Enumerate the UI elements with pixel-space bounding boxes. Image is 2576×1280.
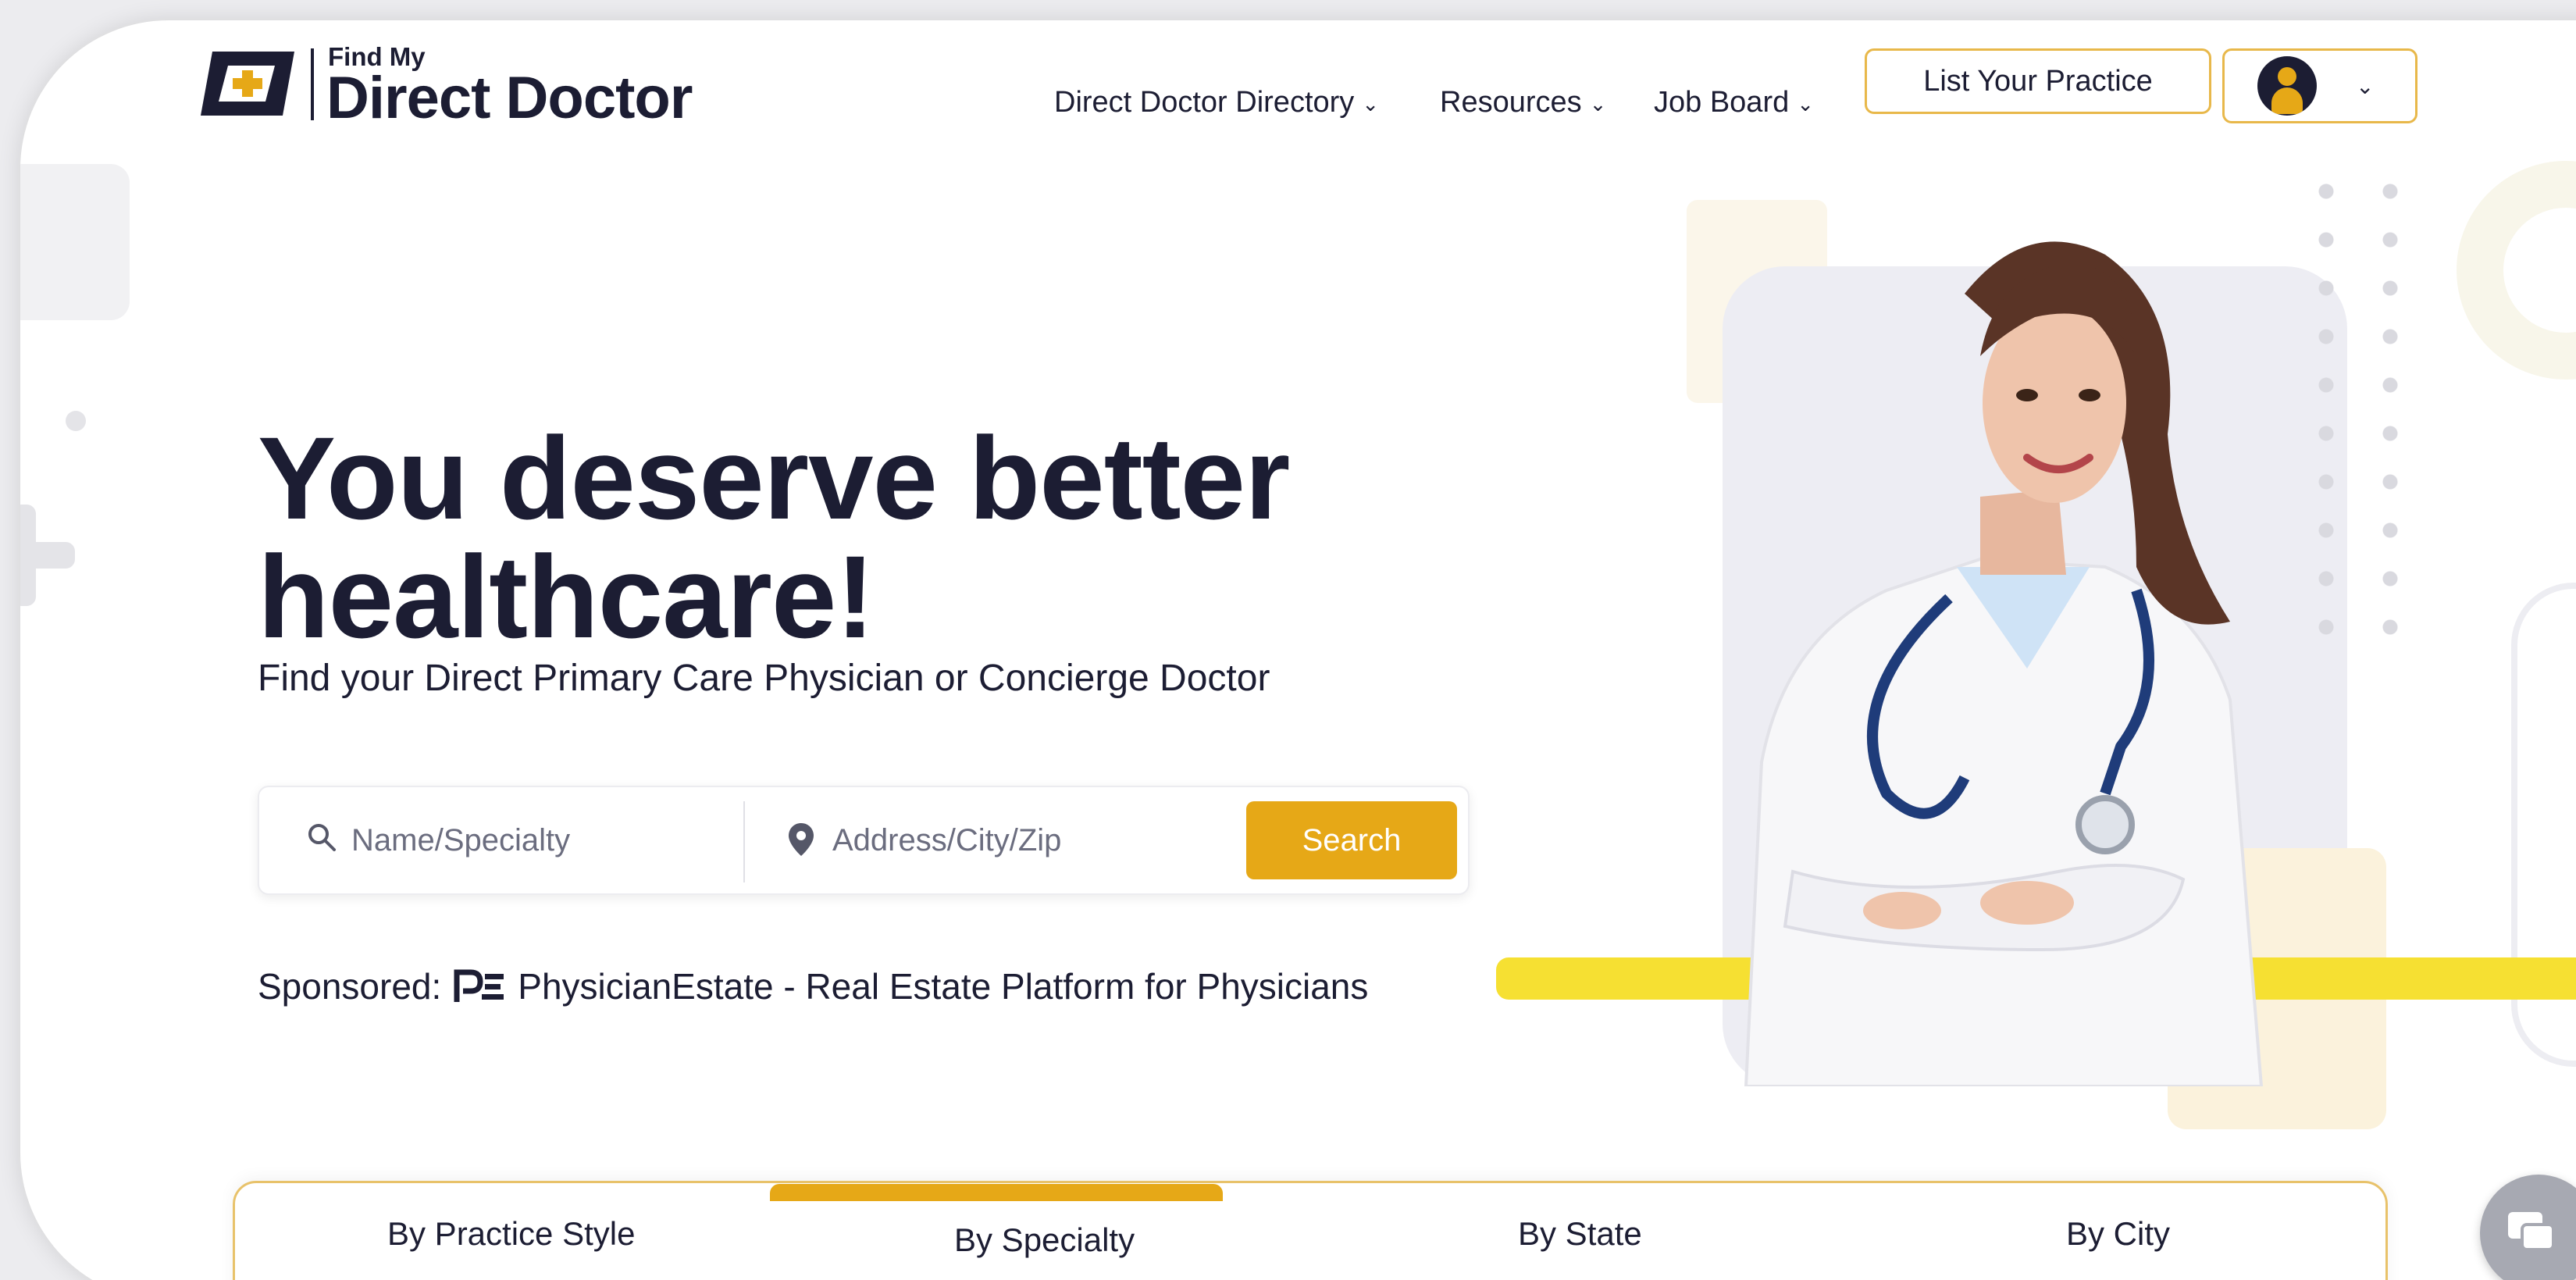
- chat-icon: [2508, 1212, 2555, 1251]
- logo-icon: [201, 52, 294, 116]
- decor-card: [20, 164, 130, 320]
- location-pin-icon: [789, 823, 814, 856]
- decor-dot-grid: [2294, 167, 2411, 651]
- physicianestate-logo-icon: [454, 969, 504, 1002]
- user-avatar-icon: [2257, 56, 2317, 116]
- tab-by-specialty[interactable]: By Specialty: [954, 1221, 1135, 1259]
- address-city-zip-input[interactable]: [832, 811, 1207, 870]
- nav-resources[interactable]: Resources ⌄: [1440, 86, 1606, 119]
- decor-ring: [2457, 161, 2576, 380]
- chevron-down-icon: ⌄: [1797, 92, 1815, 116]
- logo-divider: [311, 48, 314, 120]
- nav-direct-doctor-directory[interactable]: Direct Doctor Directory ⌄: [1054, 86, 1379, 119]
- list-your-practice-button[interactable]: List Your Practice: [1865, 48, 2211, 114]
- sponsored-link[interactable]: PhysicianEstate - Real Estate Platform f…: [518, 965, 1368, 1007]
- logo-text[interactable]: Direct Doctor: [326, 69, 693, 128]
- tab-by-practice-style[interactable]: By Practice Style: [387, 1215, 635, 1253]
- search-icon: [308, 824, 336, 851]
- search-divider: [743, 801, 745, 882]
- tab-by-city[interactable]: By City: [2066, 1215, 2170, 1253]
- name-specialty-input[interactable]: [351, 811, 718, 870]
- nav-label: Job Board: [1654, 86, 1790, 119]
- search-bar: Search: [258, 786, 1470, 895]
- nav-label: Resources: [1440, 86, 1582, 119]
- hero-headline: You deserve better healthcare!: [258, 412, 1290, 662]
- nav-label: Direct Doctor Directory: [1054, 86, 1355, 119]
- hero-headline-line1: You deserve better: [258, 412, 1290, 544]
- hero-subheading: Find your Direct Primary Care Physician …: [258, 658, 1270, 699]
- tab-by-state[interactable]: By State: [1518, 1215, 1642, 1253]
- doctor-illustration: [1744, 241, 2264, 1086]
- nav-job-board[interactable]: Job Board ⌄: [1654, 86, 1814, 119]
- sponsored-label: Sponsored:: [258, 966, 442, 1007]
- chevron-down-icon: ⌄: [1589, 92, 1607, 116]
- page-frame: Find My Direct Doctor Direct Doctor Dire…: [20, 20, 2576, 1280]
- chevron-down-icon: ⌄: [1362, 92, 1380, 116]
- profile-menu-button[interactable]: ⌄: [2222, 48, 2417, 123]
- sponsored-line: Sponsored: PhysicianEstate - Real Estate…: [258, 965, 1368, 1007]
- chevron-down-icon: ⌄: [2356, 73, 2375, 98]
- active-tab-indicator: [770, 1184, 1223, 1201]
- decor-dot: [66, 411, 86, 431]
- hero-headline-line2: healthcare!: [258, 531, 875, 662]
- search-button[interactable]: Search: [1246, 801, 1457, 879]
- decor-plus-shape-bar: [20, 542, 75, 569]
